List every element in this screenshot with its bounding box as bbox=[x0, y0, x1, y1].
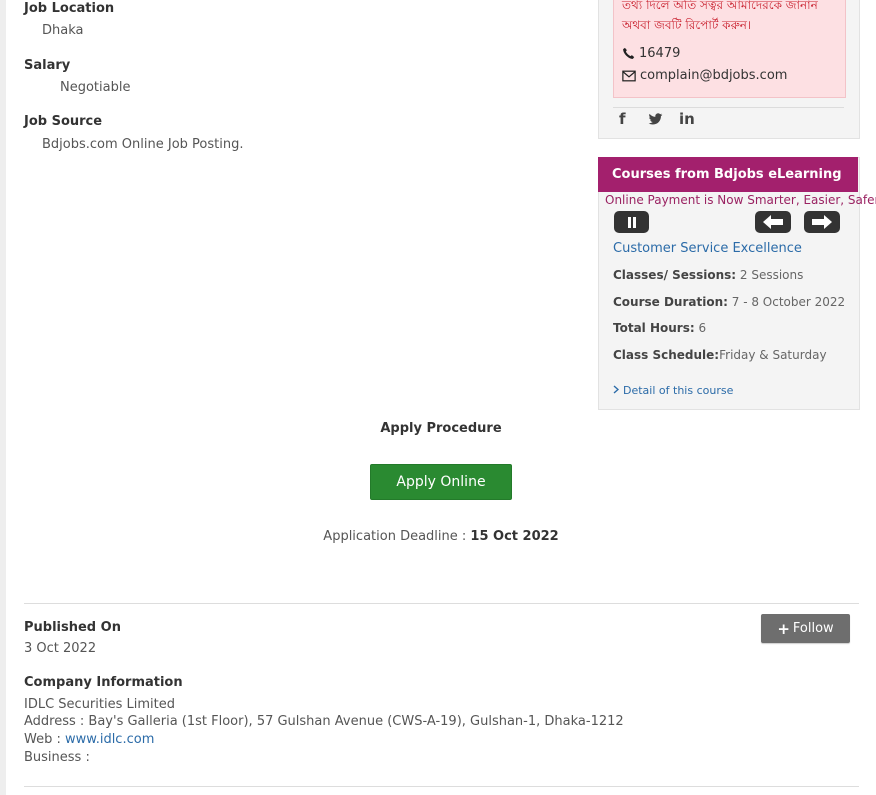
published-on-value: 3 Oct 2022 bbox=[24, 641, 97, 656]
complaint-phone[interactable]: 16479 bbox=[622, 46, 680, 61]
next-button[interactable] bbox=[804, 211, 840, 233]
social-divider bbox=[613, 107, 844, 108]
web-label: Web : bbox=[24, 732, 65, 747]
deadline-label: Application Deadline : bbox=[323, 529, 471, 544]
follow-button[interactable]: + Follow bbox=[761, 614, 850, 643]
sessions-label: Classes/ Sessions: bbox=[613, 268, 737, 282]
pause-icon bbox=[627, 216, 636, 228]
company-name: IDLC Securities Limited bbox=[24, 697, 175, 712]
phone-icon bbox=[623, 47, 635, 59]
hours-label: Total Hours: bbox=[613, 321, 695, 335]
job-source-value: Bdjobs.com Online Job Posting. bbox=[42, 137, 244, 152]
courses-header: Courses from Bdjobs eLearning bbox=[598, 157, 858, 192]
courses-marquee: Online Payment is Now Smarter, Easier, S… bbox=[605, 193, 876, 207]
deadline-value: 15 Oct 2022 bbox=[470, 529, 559, 544]
sessions-value: 2 Sessions bbox=[736, 268, 804, 282]
section-divider bbox=[24, 603, 859, 604]
schedule-label: Class Schedule: bbox=[613, 348, 720, 362]
duration-value: 7 - 8 October 2022 bbox=[727, 295, 846, 309]
bottom-divider bbox=[24, 786, 859, 787]
course-title-link[interactable]: Customer Service Excellence bbox=[613, 241, 802, 256]
salary-label: Salary bbox=[24, 58, 71, 73]
duration-label: Course Duration: bbox=[613, 295, 728, 309]
company-address: Address : Bay's Galleria (1st Floor), 57… bbox=[24, 714, 624, 729]
company-web: Web : www.idlc.com bbox=[24, 732, 154, 747]
company-business: Business : bbox=[24, 750, 90, 765]
published-on-label: Published On bbox=[24, 620, 121, 635]
course-schedule: Class Schedule:Friday & Saturday bbox=[613, 348, 827, 362]
left-border bbox=[0, 0, 6, 795]
course-detail-link[interactable]: Detail of this course bbox=[613, 384, 733, 397]
chevron-right-icon bbox=[613, 385, 620, 394]
apply-procedure-title: Apply Procedure bbox=[380, 421, 502, 436]
company-info-label: Company Information bbox=[24, 675, 183, 690]
email-address: complain@bdjobs.com bbox=[640, 68, 788, 83]
hours-value: 6 bbox=[694, 321, 707, 335]
pause-button[interactable] bbox=[614, 211, 649, 233]
apply-online-button[interactable]: Apply Online bbox=[370, 464, 512, 500]
prev-button[interactable] bbox=[755, 211, 791, 233]
arrow-left-icon bbox=[763, 215, 783, 229]
job-location-label: Job Location bbox=[24, 1, 115, 16]
linkedin-icon[interactable]: in bbox=[679, 110, 695, 128]
course-sessions: Classes/ Sessions: 2 Sessions bbox=[613, 268, 803, 282]
twitter-icon[interactable] bbox=[648, 112, 663, 130]
detail-link-label: Detail of this course bbox=[623, 384, 734, 397]
company-website-link[interactable]: www.idlc.com bbox=[65, 732, 154, 747]
application-deadline: Application Deadline : 15 Oct 2022 bbox=[0, 529, 876, 544]
job-source-label: Job Source bbox=[24, 114, 103, 129]
course-hours: Total Hours: 6 bbox=[613, 321, 706, 335]
complaint-text-line1: তথ্য দিলে অতি সত্বর আমাদেরকে জানান bbox=[622, 0, 818, 12]
arrow-right-icon bbox=[812, 215, 832, 229]
phone-number: 16479 bbox=[639, 46, 681, 61]
job-location-value: Dhaka bbox=[42, 23, 84, 38]
complaint-email[interactable]: complain@bdjobs.com bbox=[622, 68, 787, 83]
complaint-text-line2: অথবা জবটি রিপোর্ট করুন। bbox=[622, 18, 752, 32]
salary-value: Negotiable bbox=[60, 80, 131, 95]
course-duration: Course Duration: 7 - 8 October 2022 bbox=[613, 295, 845, 309]
schedule-value: Friday & Saturday bbox=[719, 348, 827, 362]
plus-icon: + bbox=[777, 619, 790, 638]
mail-icon bbox=[622, 70, 636, 81]
follow-label: Follow bbox=[792, 621, 834, 636]
facebook-icon[interactable]: f bbox=[619, 110, 626, 128]
